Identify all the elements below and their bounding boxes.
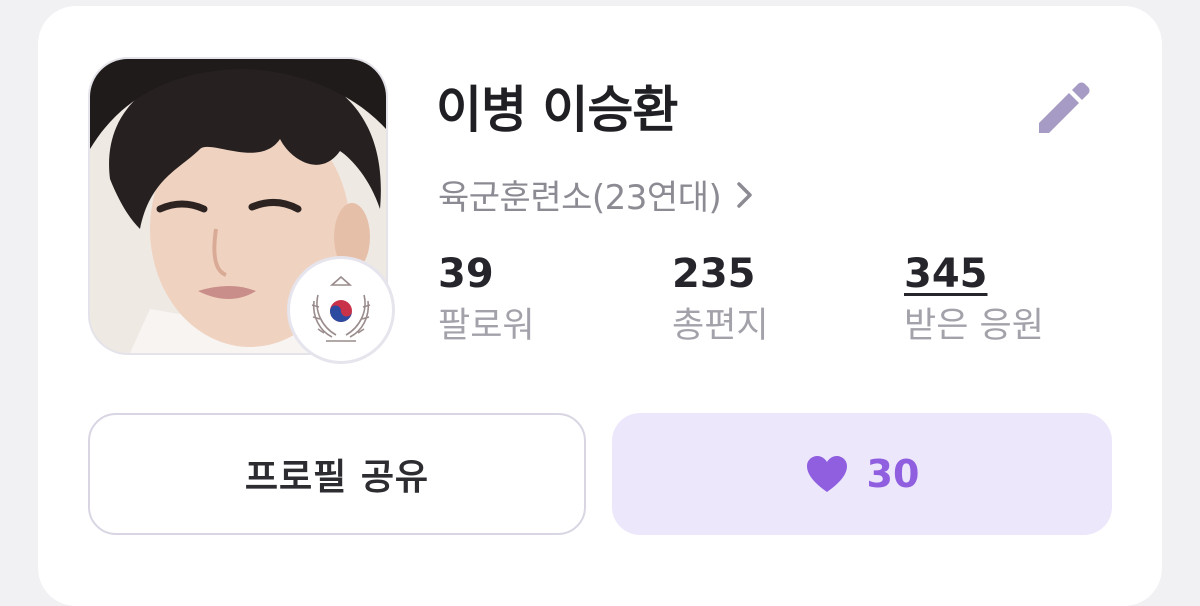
profile-avatar-group[interactable] bbox=[88, 57, 395, 364]
like-count: 30 bbox=[866, 452, 920, 496]
stat-cheers[interactable]: 345 받은 응원 bbox=[904, 248, 1044, 350]
like-button[interactable]: 30 bbox=[612, 413, 1112, 535]
stat-followers[interactable]: 39 팔로워 bbox=[438, 248, 535, 350]
unit-label: 육군훈련소(23연대) bbox=[438, 178, 722, 218]
stat-followers-value: 39 bbox=[438, 251, 494, 297]
stat-followers-label: 팔로워 bbox=[438, 306, 535, 346]
profile-name: 이병 이승환 bbox=[436, 81, 678, 139]
heart-icon bbox=[806, 456, 847, 492]
stat-letters-value: 235 bbox=[672, 251, 756, 297]
stat-letters: 235 총편지 bbox=[672, 248, 769, 350]
army-emblem-icon bbox=[287, 256, 395, 364]
share-profile-label: 프로필 공유 bbox=[244, 457, 430, 498]
stat-letters-label: 총편지 bbox=[672, 306, 769, 346]
share-profile-button[interactable]: 프로필 공유 bbox=[88, 413, 586, 535]
stat-cheers-label: 받은 응원 bbox=[904, 306, 1044, 346]
chevron-right-icon bbox=[737, 181, 753, 208]
edit-profile-button[interactable] bbox=[1028, 74, 1096, 142]
unit-link[interactable]: 육군훈련소(23연대) bbox=[438, 170, 755, 219]
pencil-icon bbox=[1039, 82, 1090, 133]
stat-cheers-value[interactable]: 345 bbox=[904, 248, 988, 300]
